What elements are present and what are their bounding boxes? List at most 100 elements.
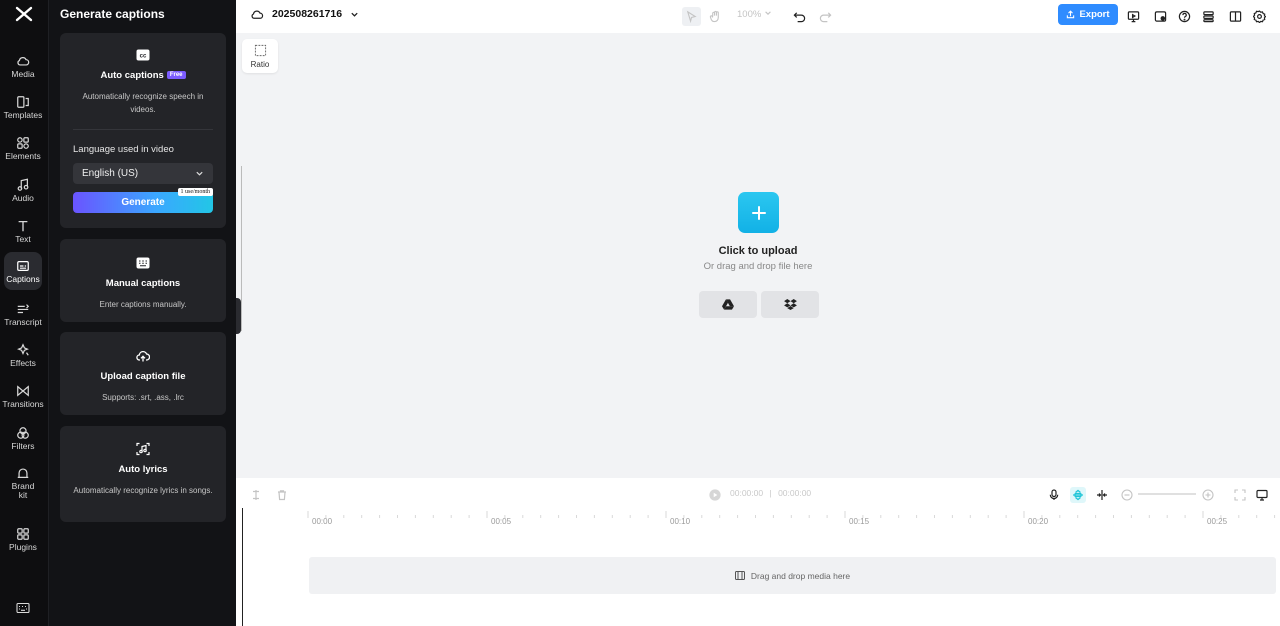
- play-button[interactable]: [707, 487, 723, 503]
- upload-caption-file-description: Supports: .srt, .ass, .lrc: [102, 393, 184, 402]
- generate-wrapper: Generate 1 use/month: [73, 188, 213, 213]
- redo-button[interactable]: [816, 7, 835, 26]
- rail-label: Elements: [5, 150, 41, 161]
- rail-label: Templates: [3, 109, 43, 120]
- zoom-out-icon: [1121, 489, 1133, 501]
- playhead[interactable]: [242, 508, 243, 626]
- language-label: Language used in video: [73, 144, 174, 155]
- rail-item-captions[interactable]: Captions: [4, 252, 42, 290]
- rail-label: Media: [11, 68, 35, 79]
- split-view-icon: [1097, 490, 1107, 500]
- delete-button[interactable]: [274, 487, 290, 503]
- rail-label: Plugins: [9, 541, 37, 552]
- upload-caption-file-card[interactable]: Upload caption file Supports: .srt, .ass…: [60, 332, 226, 415]
- upload-title: Click to upload: [718, 245, 798, 257]
- tick-label: 00:25: [1207, 517, 1228, 526]
- cloud-sync-icon: [251, 10, 264, 19]
- hand-icon: [709, 10, 719, 23]
- rail-item-filters[interactable]: Filters: [4, 419, 42, 457]
- cursor-icon: [686, 10, 697, 23]
- zoom-out-button[interactable]: [1119, 487, 1135, 503]
- auto-captions-description: Automatically recognize speech in videos…: [82, 92, 204, 114]
- rail-item-elements[interactable]: Elements: [4, 129, 42, 167]
- present-icon: [1127, 11, 1140, 23]
- media-drop-zone[interactable]: Drag and drop media here: [309, 557, 1276, 594]
- brand-kit-icon: [17, 468, 29, 478]
- microphone-button[interactable]: [1046, 487, 1062, 503]
- captions-panel: Generate captions cc Auto captions Free A…: [48, 0, 236, 626]
- app-logo-icon[interactable]: [14, 5, 34, 23]
- settings-button[interactable]: [1250, 7, 1269, 26]
- help-button[interactable]: [1175, 7, 1194, 26]
- card-divider: [73, 129, 213, 130]
- left-rail: Media Templates Elements Audio Text Capt…: [0, 0, 48, 626]
- timeline-display-button[interactable]: [1254, 487, 1270, 503]
- rail-label: Transitions: [2, 398, 44, 409]
- zoom-slider[interactable]: [1138, 493, 1196, 495]
- hand-tool-button[interactable]: [706, 7, 725, 26]
- cc-icon: cc: [136, 49, 150, 61]
- cloud-upload-icon: [136, 350, 150, 362]
- tick-label: 00:05: [491, 517, 512, 526]
- link-clips-button[interactable]: [1094, 487, 1110, 503]
- undo-button[interactable]: [790, 7, 809, 26]
- quota-tag: 1 use/month: [177, 188, 213, 196]
- auto-lyrics-card[interactable]: Auto lyrics Automatically recognize lyri…: [60, 426, 226, 522]
- zoom-value: 100%: [737, 9, 762, 20]
- play-icon: [709, 489, 721, 501]
- layout-button[interactable]: [1226, 7, 1245, 26]
- rail-label: Captions: [6, 273, 40, 284]
- captions-icon: [17, 260, 29, 271]
- plus-icon: [751, 205, 766, 220]
- rail-label: Effects: [10, 357, 36, 368]
- rail-item-brand-kit[interactable]: Brand kit: [4, 462, 42, 504]
- current-time: 00:00:00: [730, 488, 764, 498]
- project-name-menu[interactable]: 202508261716: [250, 8, 359, 20]
- canvas-area: Ratio Click to upload Or drag and drop f…: [236, 33, 1280, 478]
- split-button[interactable]: [248, 487, 264, 503]
- dropbox-button[interactable]: [761, 291, 819, 318]
- split-icon: [253, 490, 259, 500]
- transcript-icon: [17, 303, 30, 313]
- manual-captions-card[interactable]: Manual captions Enter captions manually.: [60, 239, 226, 322]
- export-button[interactable]: Export: [1058, 4, 1118, 25]
- tick-label: 00:00: [312, 517, 333, 526]
- rail-item-text[interactable]: Text: [4, 212, 42, 250]
- ratio-icon: [254, 44, 266, 56]
- microphone-icon: [1049, 489, 1059, 500]
- fit-timeline-button[interactable]: [1232, 487, 1248, 503]
- record-button[interactable]: [1151, 7, 1170, 26]
- rail-label: Audio: [12, 192, 34, 203]
- language-select[interactable]: English (US): [73, 163, 213, 184]
- filters-icon: [17, 426, 29, 439]
- time-separator: |: [769, 488, 772, 498]
- layers-button[interactable]: [1199, 7, 1218, 26]
- ratio-label: Ratio: [250, 59, 270, 69]
- keyboard-icon: [136, 257, 150, 269]
- rail-item-plugins[interactable]: Plugins: [4, 520, 42, 558]
- timeline: 00:00:00 | 00:00:00 00:00 00:05 00:10 00…: [236, 478, 1280, 626]
- rail-item-templates[interactable]: Templates: [4, 88, 42, 126]
- export-label: Export: [1079, 9, 1110, 20]
- magnet-snap-button[interactable]: [1070, 487, 1086, 503]
- zoom-level[interactable]: 100%: [737, 9, 772, 20]
- manual-captions-description: Enter captions manually.: [99, 300, 187, 309]
- rail-item-media[interactable]: Media: [4, 47, 42, 85]
- keyboard-shortcuts-icon[interactable]: [16, 602, 30, 614]
- rail-item-audio[interactable]: Audio: [4, 171, 42, 209]
- rail-item-transcript[interactable]: Transcript: [4, 295, 42, 333]
- google-drive-button[interactable]: [699, 291, 757, 318]
- upload-button[interactable]: [738, 192, 779, 233]
- present-button[interactable]: [1124, 7, 1143, 26]
- rail-item-effects[interactable]: Effects: [4, 336, 42, 374]
- zoom-in-button[interactable]: [1200, 487, 1216, 503]
- select-tool-button[interactable]: [682, 7, 701, 26]
- ratio-button[interactable]: Ratio: [242, 39, 278, 73]
- tick-label: 00:20: [1028, 517, 1049, 526]
- rail-item-transitions[interactable]: Transitions: [2, 377, 44, 415]
- undo-icon: [793, 12, 806, 23]
- auto-captions-title: Auto captions Free: [60, 70, 226, 81]
- record-icon: [1154, 11, 1167, 22]
- chevron-down-icon: [196, 171, 203, 176]
- top-bar: 202508261716 100% Export: [236, 0, 1280, 33]
